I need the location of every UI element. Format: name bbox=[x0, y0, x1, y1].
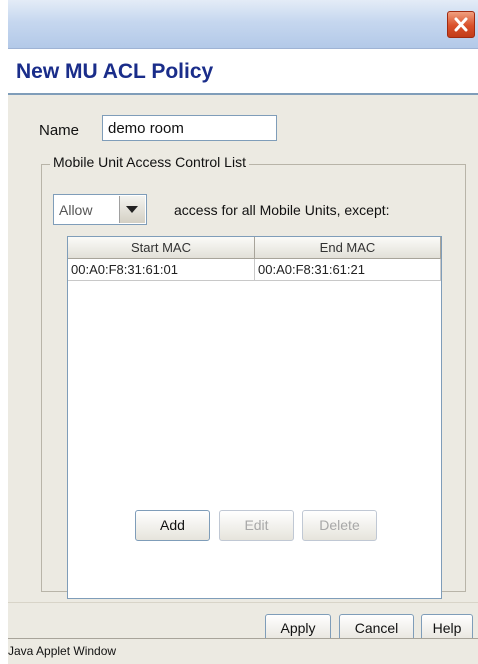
name-input[interactable] bbox=[102, 115, 277, 141]
page-title: New MU ACL Policy bbox=[16, 60, 214, 83]
dialog-body: Name Mobile Unit Access Control List All… bbox=[8, 95, 478, 602]
policy-dropdown-value: Allow bbox=[59, 202, 93, 218]
column-header-end-mac[interactable]: End MAC bbox=[255, 237, 441, 259]
acl-group-title: Mobile Unit Access Control List bbox=[50, 154, 249, 170]
close-icon bbox=[454, 17, 468, 32]
status-bar: Java Applet Window bbox=[8, 638, 478, 664]
policy-dropdown[interactable]: Allow bbox=[53, 194, 147, 225]
add-button[interactable]: Add bbox=[135, 510, 210, 541]
title-bar bbox=[8, 0, 478, 49]
dialog-window: New MU ACL Policy Name Mobile Unit Acces… bbox=[8, 0, 478, 664]
column-header-start-mac[interactable]: Start MAC bbox=[68, 237, 255, 259]
dialog-footer: Apply Cancel Help bbox=[8, 602, 478, 643]
name-label: Name bbox=[39, 122, 80, 139]
table-cell-end-mac[interactable]: 00:A0:F8:31:61:21 bbox=[255, 259, 441, 281]
close-button[interactable] bbox=[447, 11, 475, 38]
status-text: Java Applet Window bbox=[8, 644, 117, 658]
delete-button[interactable]: Delete bbox=[302, 510, 377, 541]
edit-button[interactable]: Edit bbox=[219, 510, 294, 541]
mac-table[interactable]: Start MAC End MAC 00:A0:F8:31:61:01 00:A… bbox=[67, 236, 442, 599]
dropdown-arrow-button[interactable] bbox=[119, 196, 145, 223]
access-description: access for all Mobile Units, except: bbox=[174, 202, 390, 218]
dialog-header: New MU ACL Policy bbox=[8, 49, 478, 93]
table-cell-start-mac[interactable]: 00:A0:F8:31:61:01 bbox=[68, 259, 255, 281]
chevron-down-icon bbox=[126, 206, 138, 213]
